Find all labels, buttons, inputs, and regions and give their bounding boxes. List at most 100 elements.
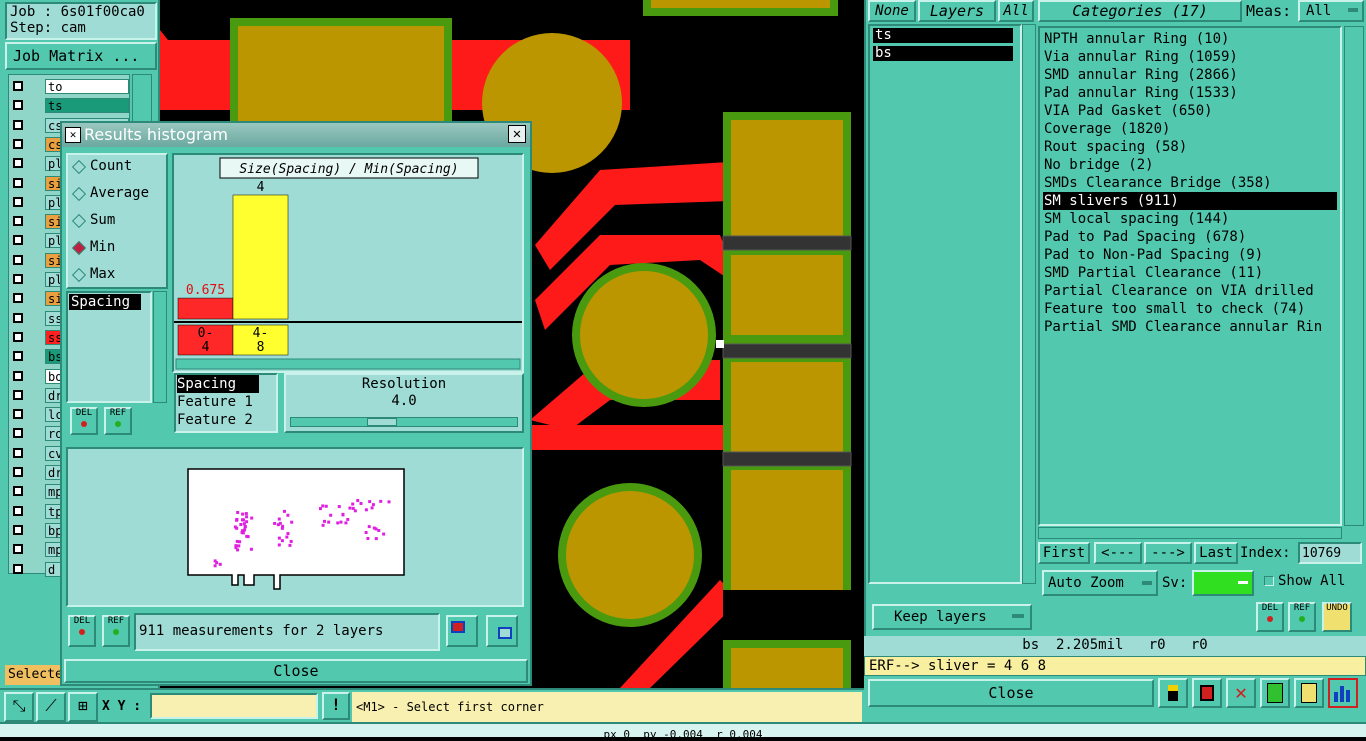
keep-layers-dropdown[interactable]: Keep layers — [872, 604, 1032, 630]
mode-radio-min[interactable]: Min — [68, 236, 166, 263]
categories-vscroll[interactable] — [1344, 26, 1364, 526]
category-item[interactable]: SMD annular Ring (2866) — [1043, 66, 1337, 84]
category-item[interactable]: No bridge (2) — [1043, 156, 1337, 174]
layer-checkbox[interactable] — [13, 196, 23, 207]
layer-row[interactable]: to — [11, 79, 129, 95]
layer-checkbox[interactable] — [13, 505, 23, 516]
layers-scrollbar[interactable] — [1022, 24, 1036, 584]
layer-checkbox[interactable] — [13, 428, 23, 439]
last-button[interactable]: Last — [1194, 542, 1238, 564]
layer-checkbox[interactable] — [13, 524, 23, 535]
layer-checkbox[interactable] — [13, 389, 23, 400]
meas-dropdown[interactable]: All — [1298, 0, 1364, 22]
erf-close-button[interactable]: Close — [868, 679, 1154, 707]
layer-checkbox[interactable] — [13, 409, 23, 420]
warning-icon[interactable]: ! — [322, 692, 350, 720]
category-item[interactable]: NPTH annular Ring (10) — [1043, 30, 1337, 48]
layer-checkbox[interactable] — [13, 254, 23, 265]
layer-checkbox[interactable] — [13, 544, 23, 555]
xy-input[interactable] — [150, 693, 318, 719]
mode-radio-max[interactable]: Max — [68, 263, 166, 290]
layer-checkbox[interactable] — [13, 370, 23, 381]
param-item[interactable]: Feature 2 — [177, 411, 276, 429]
del-button-top[interactable]: DEL — [70, 407, 98, 435]
category-item[interactable]: Coverage (1820) — [1043, 120, 1337, 138]
layer-checkbox[interactable] — [13, 293, 23, 304]
resolution-slider-thumb[interactable] — [367, 418, 397, 426]
report-icon[interactable] — [1294, 678, 1324, 708]
category-item[interactable]: SM slivers (911) — [1043, 192, 1337, 210]
tab-none[interactable]: None — [868, 0, 916, 22]
layer-checkbox[interactable] — [13, 119, 23, 130]
layer-up-icon[interactable] — [1158, 678, 1188, 708]
mode-radio-sum[interactable]: Sum — [68, 209, 166, 236]
chart-scrollbar[interactable] — [175, 358, 521, 370]
category-item[interactable]: Via annular Ring (1059) — [1043, 48, 1337, 66]
auto-zoom-dropdown[interactable]: Auto Zoom — [1042, 570, 1158, 596]
export-view-icon[interactable] — [486, 615, 518, 647]
export-chart-icon[interactable] — [446, 615, 478, 647]
category-item[interactable]: Pad to Pad Spacing (678) — [1043, 228, 1337, 246]
layer-checkbox[interactable] — [13, 467, 23, 477]
category-item[interactable]: Partial Clearance on VIA drilled — [1043, 282, 1337, 300]
category-item[interactable]: Feature too small to check (74) — [1043, 300, 1337, 318]
category-item[interactable]: Pad to Non-Pad Spacing (9) — [1043, 246, 1337, 264]
layer-checkbox[interactable] — [13, 216, 23, 227]
layer-checkbox[interactable] — [13, 235, 23, 246]
histogram-icon[interactable] — [1328, 678, 1358, 708]
layer-checkbox[interactable] — [13, 158, 23, 169]
layer-checkbox[interactable] — [13, 274, 23, 284]
numbered-list-icon[interactable] — [1260, 678, 1290, 708]
zoom-fit-icon[interactable]: ⤡ — [4, 692, 34, 722]
ref-button-top[interactable]: REF — [104, 407, 132, 435]
mode-radio-count[interactable]: Count — [68, 155, 166, 182]
first-button[interactable]: First — [1038, 542, 1090, 564]
del-button-bottom[interactable]: DEL — [68, 615, 96, 647]
category-item[interactable]: SM local spacing (144) — [1043, 210, 1337, 228]
ref-button-cat[interactable]: REF — [1288, 602, 1316, 632]
category-item[interactable]: Pad annular Ring (1533) — [1043, 84, 1337, 102]
ref-button-bottom[interactable]: REF — [102, 615, 130, 647]
layers-panel-item[interactable]: ts — [873, 28, 1013, 43]
layers-panel-item[interactable]: bs — [873, 46, 1013, 61]
category-item[interactable]: Partial SMD Clearance annular Rin — [1043, 318, 1337, 336]
close-icon[interactable]: ✕ — [508, 125, 526, 143]
histogram-bar[interactable] — [177, 297, 234, 320]
resolution-slider[interactable] — [290, 417, 518, 427]
layer-checkbox[interactable] — [13, 100, 23, 111]
measure-item[interactable]: Spacing — [69, 294, 141, 310]
category-item[interactable]: VIA Pad Gasket (650) — [1043, 102, 1337, 120]
board-thumbnail[interactable] — [66, 447, 524, 607]
measure-scrollbar[interactable] — [153, 291, 167, 403]
layer-checkbox[interactable] — [13, 177, 23, 188]
layer-down-icon[interactable] — [1192, 678, 1222, 708]
ref-cancel-icon[interactable]: ✕ — [1226, 678, 1256, 708]
undo-button[interactable]: UNDO — [1322, 602, 1352, 632]
layer-checkbox[interactable] — [13, 312, 23, 323]
tab-layers[interactable]: Layers — [918, 0, 996, 22]
show-all-checkbox[interactable] — [1264, 576, 1274, 586]
measure-icon[interactable]: ⟋ — [36, 692, 66, 722]
category-item[interactable]: SMD Partial Clearance (11) — [1043, 264, 1337, 282]
layer-checkbox[interactable] — [13, 138, 23, 149]
categories-header[interactable]: Categories (17) — [1038, 0, 1242, 22]
mode-radio-average[interactable]: Average — [68, 182, 166, 209]
layer-checkbox[interactable] — [13, 563, 23, 574]
sv-color-dropdown[interactable] — [1192, 570, 1254, 596]
category-item[interactable]: Rout spacing (58) — [1043, 138, 1337, 156]
tab-all[interactable]: All — [998, 0, 1034, 22]
layer-checkbox[interactable] — [13, 447, 23, 458]
layer-checkbox[interactable] — [13, 486, 23, 497]
job-matrix-button[interactable]: Job Matrix ... — [5, 42, 157, 70]
categories-hscroll[interactable] — [1038, 527, 1342, 539]
category-item[interactable]: SMDs Clearance Bridge (358) — [1043, 174, 1337, 192]
param-item[interactable]: Feature 1 — [177, 393, 276, 411]
histogram-bar[interactable] — [232, 194, 289, 320]
grid-icon[interactable]: ⊞ — [68, 692, 98, 722]
index-input[interactable] — [1298, 542, 1362, 564]
layer-checkbox[interactable] — [13, 331, 23, 342]
layer-checkbox[interactable] — [13, 351, 23, 362]
del-button-cat[interactable]: DEL — [1256, 602, 1284, 632]
param-item[interactable]: Spacing — [177, 375, 259, 393]
next-button[interactable]: ---> — [1144, 542, 1192, 564]
